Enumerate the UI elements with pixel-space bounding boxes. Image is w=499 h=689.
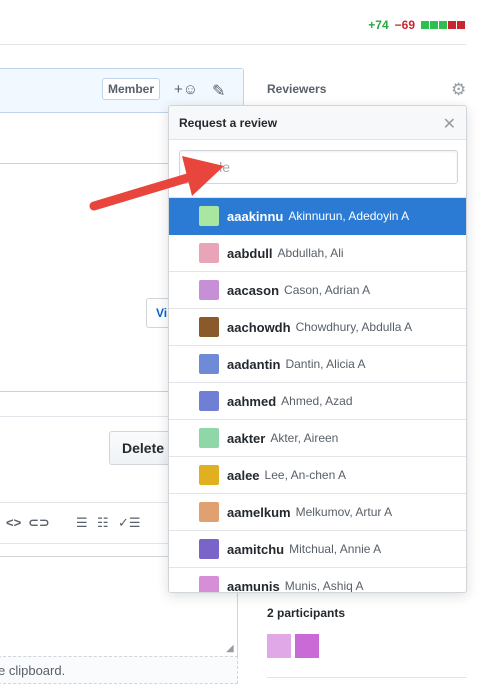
close-icon[interactable]: ✕ bbox=[443, 114, 456, 134]
reviewer-login: aadantin bbox=[227, 356, 281, 372]
filter-people-input[interactable] bbox=[179, 150, 458, 184]
reviewer-option[interactable]: aabdull Abdullah, Ali bbox=[169, 235, 466, 272]
unordered-list-icon[interactable]: ☰ bbox=[76, 515, 88, 531]
deletions-count: −69 bbox=[394, 18, 415, 32]
reviewer-full-name: Melkumov, Artur A bbox=[295, 505, 393, 519]
reviewer-list: aaakinnu Akinnurun, Adedoyin A aabdull Abdu… bbox=[169, 198, 466, 593]
participant-avatars bbox=[267, 634, 319, 658]
divider bbox=[0, 44, 466, 45]
reviewer-full-name: Lee, An-chen A bbox=[264, 468, 346, 482]
ordered-list-icon[interactable]: ☷ bbox=[97, 515, 109, 531]
code-icon[interactable]: <> bbox=[6, 515, 21, 530]
avatar bbox=[199, 206, 219, 226]
reviewer-login: aacason bbox=[227, 282, 280, 298]
avatar bbox=[199, 502, 219, 522]
markdown-toolbar: <> ⊂⊃ ☰ ☷ ✓☰ bbox=[0, 502, 174, 544]
pencil-icon[interactable]: ✎ bbox=[212, 81, 225, 101]
reviewer-full-name: Ahmed, Azad bbox=[281, 394, 353, 408]
popover-header: Request a review ✕ bbox=[169, 106, 466, 140]
reviewer-login: aachowdh bbox=[227, 319, 291, 335]
member-badge: Member bbox=[102, 78, 161, 100]
reviewer-full-name: Akter, Aireen bbox=[270, 431, 339, 445]
avatar bbox=[199, 576, 219, 592]
participant-avatar[interactable] bbox=[267, 634, 291, 658]
request-review-popover: Request a review ✕ aaakinnu Akinnurun, Ad… bbox=[168, 105, 467, 593]
reviewer-option[interactable]: aamitchu Mitchual, Annie A bbox=[169, 531, 466, 568]
diffstat-block bbox=[430, 21, 438, 29]
additions-count: +74 bbox=[368, 18, 389, 32]
resize-handle-icon[interactable]: ◢ bbox=[226, 643, 234, 654]
avatar bbox=[199, 354, 219, 374]
reviewer-full-name: Abdullah, Ali bbox=[277, 246, 344, 260]
reviewer-login: aalee bbox=[227, 467, 260, 483]
avatar bbox=[199, 317, 219, 337]
divider bbox=[267, 677, 467, 678]
avatar bbox=[199, 428, 219, 448]
reviewer-login: aahmed bbox=[227, 393, 277, 409]
reviewer-full-name: Chowdhury, Abdulla A bbox=[295, 320, 413, 334]
diffstat-block bbox=[439, 21, 447, 29]
diffstat-block bbox=[421, 21, 429, 29]
reviewer-option[interactable]: aahmed Ahmed, Azad bbox=[169, 383, 466, 420]
reviewer-option[interactable]: aamunis Munis, Ashiq A bbox=[169, 568, 466, 593]
clipboard-hint: e clipboard. bbox=[0, 656, 238, 684]
link-icon[interactable]: ⊂⊃ bbox=[28, 515, 50, 531]
participants-label: 2 participants bbox=[267, 606, 346, 620]
reviewer-login: aakter bbox=[227, 430, 266, 446]
diffstat: +74 −69 bbox=[368, 18, 465, 32]
reviewer-option[interactable]: aacason Cason, Adrian A bbox=[169, 272, 466, 309]
avatar bbox=[199, 280, 219, 300]
avatar bbox=[199, 465, 219, 485]
reviewer-login: aamunis bbox=[227, 578, 280, 593]
avatar bbox=[199, 243, 219, 263]
reviewer-option[interactable]: aakter Akter, Aireen bbox=[169, 420, 466, 457]
reviewer-full-name: Munis, Ashiq A bbox=[284, 579, 364, 593]
reviewer-full-name: Akinnurun, Adedoyin A bbox=[288, 209, 410, 223]
add-reaction-icon[interactable]: +☺ bbox=[174, 81, 198, 98]
popover-title: Request a review bbox=[179, 116, 278, 130]
avatar bbox=[199, 539, 219, 559]
popover-filter bbox=[169, 140, 466, 198]
reviewer-full-name: Dantin, Alicia A bbox=[285, 357, 366, 371]
reviewer-login: aamelkum bbox=[227, 504, 291, 520]
reviewer-option[interactable]: aalee Lee, An-chen A bbox=[169, 457, 466, 494]
reviewer-login: aaakinnu bbox=[227, 208, 284, 224]
avatar bbox=[199, 391, 219, 411]
diffstat-block bbox=[448, 21, 456, 29]
reviewer-full-name: Cason, Adrian A bbox=[284, 283, 371, 297]
reviewer-option[interactable]: aachowdh Chowdhury, Abdulla A bbox=[169, 309, 466, 346]
reviewer-full-name: Mitchual, Annie A bbox=[289, 542, 382, 556]
diffstat-blocks bbox=[421, 21, 465, 29]
reviewers-label: Reviewers bbox=[267, 82, 327, 96]
reviewer-login: aabdull bbox=[227, 245, 273, 261]
reviewer-option[interactable]: aamelkum Melkumov, Artur A bbox=[169, 494, 466, 531]
task-list-icon[interactable]: ✓☰ bbox=[118, 515, 141, 531]
reviewer-option[interactable]: aadantin Dantin, Alicia A bbox=[169, 346, 466, 383]
diffstat-block bbox=[457, 21, 465, 29]
participant-avatar[interactable] bbox=[295, 634, 319, 658]
reviewer-login: aamitchu bbox=[227, 541, 285, 557]
reviewer-option[interactable]: aaakinnu Akinnurun, Adedoyin A bbox=[169, 198, 466, 235]
gear-icon[interactable]: ⚙ bbox=[451, 80, 466, 100]
